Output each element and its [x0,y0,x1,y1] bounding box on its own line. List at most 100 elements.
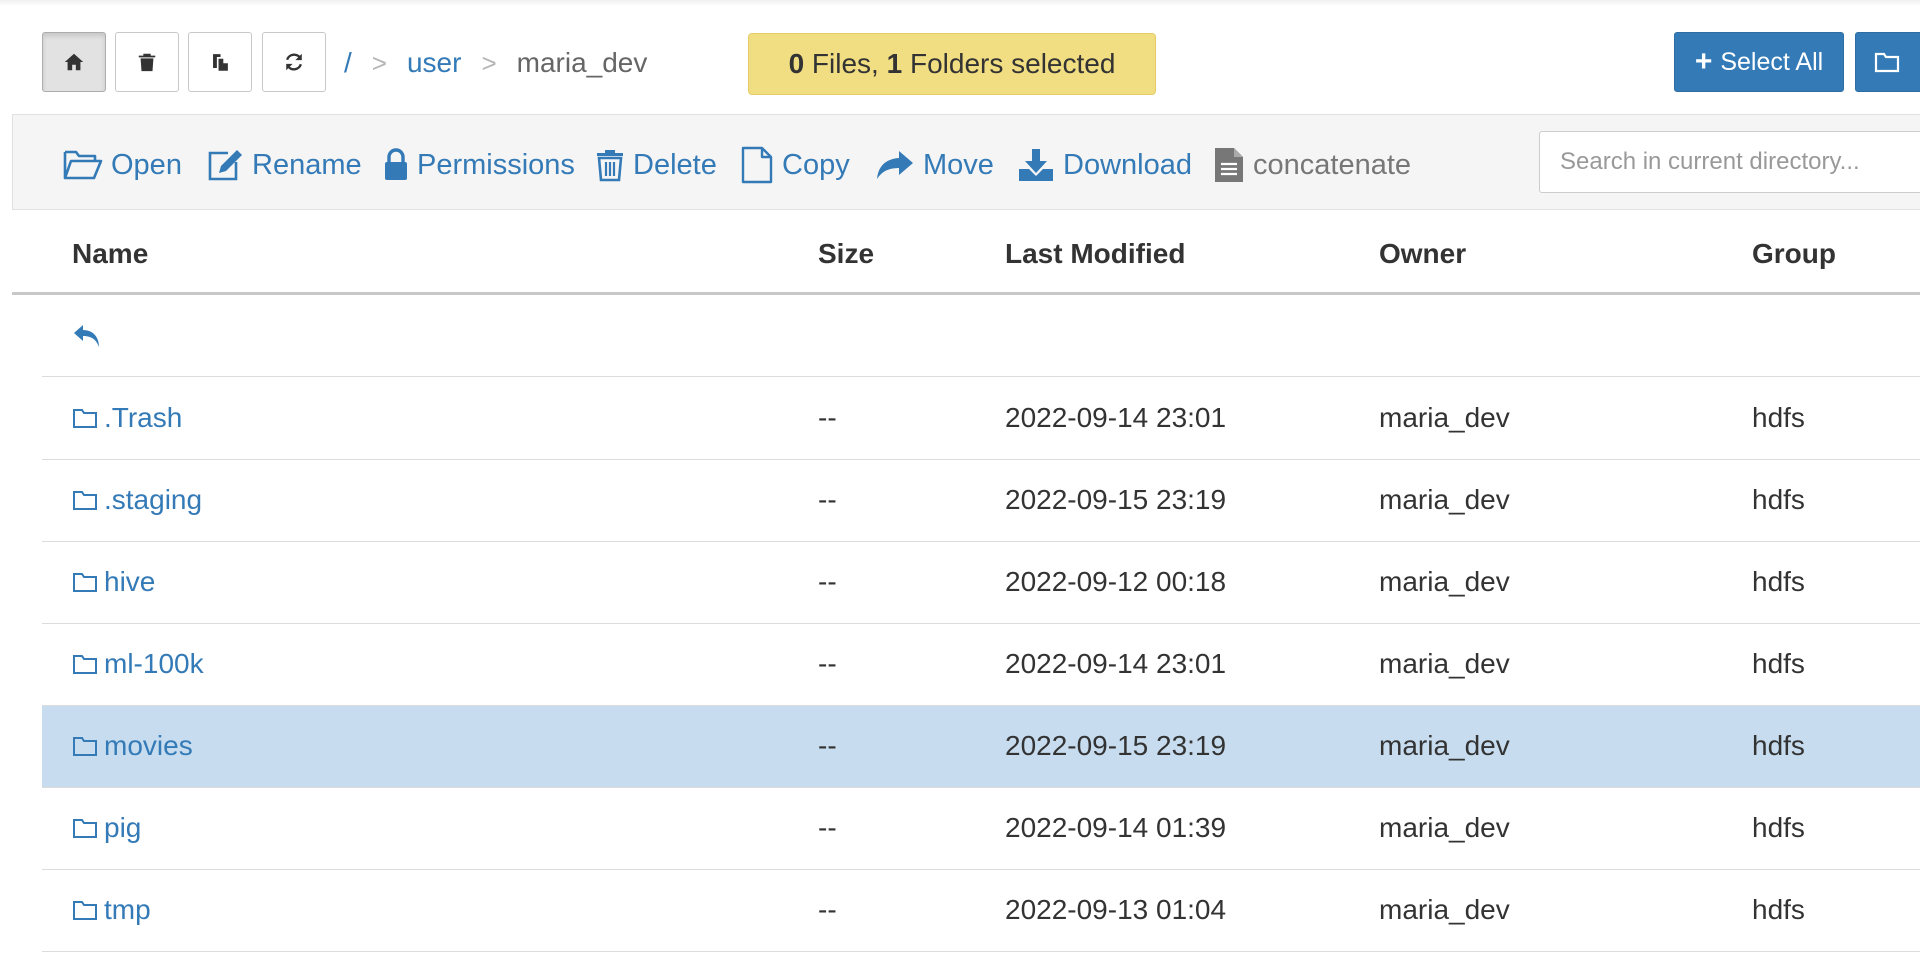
copy-label: Copy [782,148,850,181]
open-label: Open [111,148,182,181]
last-modified-cell: 2022-09-12 00:18 [1005,566,1227,597]
permissions-label: Permissions [417,148,575,181]
name-cell[interactable]: .staging [72,484,202,516]
concatenate-action[interactable]: concatenate [1213,145,1411,185]
folder-name-link[interactable]: tmp [104,894,151,926]
owner-cell: maria_dev [1379,894,1510,925]
group-cell: hdfs [1752,484,1805,515]
edit-icon [208,150,242,181]
files-count: 0 [788,48,805,79]
lock-icon [385,148,407,180]
name-cell[interactable]: pig [72,812,141,844]
table-row[interactable]: .staging -- 2022-09-15 23:19 maria_dev hdfs [42,460,1920,542]
file-text-icon [1215,148,1243,182]
last-modified-cell: 2022-09-14 23:01 [1005,402,1227,433]
paste-button[interactable] [188,32,252,92]
owner-cell: maria_dev [1379,812,1510,843]
download-action[interactable]: Download [1017,145,1192,185]
column-header-last-modified[interactable]: Last Modified [1005,238,1185,270]
folder-icon [73,901,97,920]
share-arrow-icon [877,151,913,179]
breadcrumb-separator: > [481,47,497,78]
folder-name-link[interactable]: ml-100k [104,648,204,680]
size-cell: -- [818,730,837,761]
folder-icon [73,573,97,592]
column-header-size[interactable]: Size [818,238,874,270]
owner-cell: maria_dev [1379,648,1510,679]
size-cell: -- [818,648,837,679]
column-header-name[interactable]: Name [72,238,148,270]
download-icon [1019,149,1053,181]
last-modified-cell: 2022-09-14 01:39 [1005,812,1227,843]
table-row[interactable]: hive -- 2022-09-12 00:18 maria_dev hdfs [42,542,1920,624]
trash-button[interactable] [115,32,179,92]
rename-label: Rename [252,148,362,181]
file-icon [741,146,773,184]
breadcrumb-root-link[interactable]: / [344,47,352,79]
table-header: Name Size Last Modified Owner Group [12,212,1920,295]
back-arrow-icon [74,325,99,347]
trash-icon [138,53,156,72]
plus-icon: + [1694,45,1713,78]
breadcrumb-separator: > [371,47,387,78]
home-button[interactable] [42,32,106,92]
folder-name-link[interactable]: pig [104,812,141,844]
folders-label: Folders selected [902,48,1116,79]
parent-directory-row[interactable] [42,295,1920,377]
folder-icon [73,409,97,428]
size-cell: -- [818,566,837,597]
refresh-icon [285,53,303,71]
move-action[interactable]: Move [875,145,994,185]
last-modified-cell: 2022-09-14 23:01 [1005,648,1227,679]
column-header-owner[interactable]: Owner [1379,238,1466,270]
folder-icon [73,819,97,838]
column-header-group[interactable]: Group [1752,238,1836,270]
trash-icon [597,150,623,182]
name-cell[interactable]: hive [72,566,155,598]
new-folder-button[interactable] [1855,32,1920,92]
breadcrumb-user-link[interactable]: user [407,47,461,79]
table-row[interactable]: .Trash -- 2022-09-14 23:01 maria_dev hdfs [42,378,1920,460]
copy-action[interactable]: Copy [740,145,850,185]
select-all-label: Select All [1720,47,1824,76]
top-shadow [0,0,1920,6]
size-cell: -- [818,812,837,843]
group-cell: hdfs [1752,566,1805,597]
size-cell: -- [818,484,837,515]
last-modified-cell: 2022-09-15 23:19 [1005,730,1227,761]
folder-icon [73,737,97,756]
owner-cell: maria_dev [1379,484,1510,515]
folder-name-link[interactable]: hive [104,566,155,598]
group-cell: hdfs [1752,730,1805,761]
search-input[interactable] [1539,131,1920,193]
breadcrumb-current: maria_dev [516,47,648,78]
size-cell: -- [818,402,837,433]
table-row[interactable]: tmp -- 2022-09-13 01:04 maria_dev hdfs [42,870,1920,952]
open-action[interactable]: Open [63,145,182,185]
refresh-button[interactable] [262,32,326,92]
group-cell: hdfs [1752,894,1805,925]
group-cell: hdfs [1752,648,1805,679]
home-icon [64,53,84,71]
table-row[interactable]: movies -- 2022-09-15 23:19 maria_dev hdfs [42,706,1920,788]
table-row[interactable]: pig -- 2022-09-14 01:39 maria_dev hdfs [42,788,1920,870]
folder-name-link[interactable]: movies [104,730,193,762]
name-cell[interactable]: movies [72,730,193,762]
download-label: Download [1063,148,1192,181]
breadcrumb: / > user > maria_dev [344,44,647,82]
folder-name-link[interactable]: .Trash [104,402,182,434]
name-cell[interactable]: ml-100k [72,648,204,680]
folder-name-link[interactable]: .staging [104,484,202,516]
owner-cell: maria_dev [1379,402,1510,433]
name-cell[interactable]: tmp [72,894,151,926]
folder-icon [1874,52,1900,73]
select-all-button[interactable]: + Select All [1674,32,1844,92]
table-row[interactable]: ml-100k -- 2022-09-14 23:01 maria_dev hdfs [42,624,1920,706]
paste-icon [212,53,229,72]
concatenate-label: concatenate [1253,148,1412,181]
permissions-action[interactable]: Permissions [383,145,575,185]
name-cell[interactable]: .Trash [72,402,182,434]
delete-action[interactable]: Delete [595,145,717,185]
rename-action[interactable]: Rename [206,145,362,185]
move-label: Move [923,148,994,181]
